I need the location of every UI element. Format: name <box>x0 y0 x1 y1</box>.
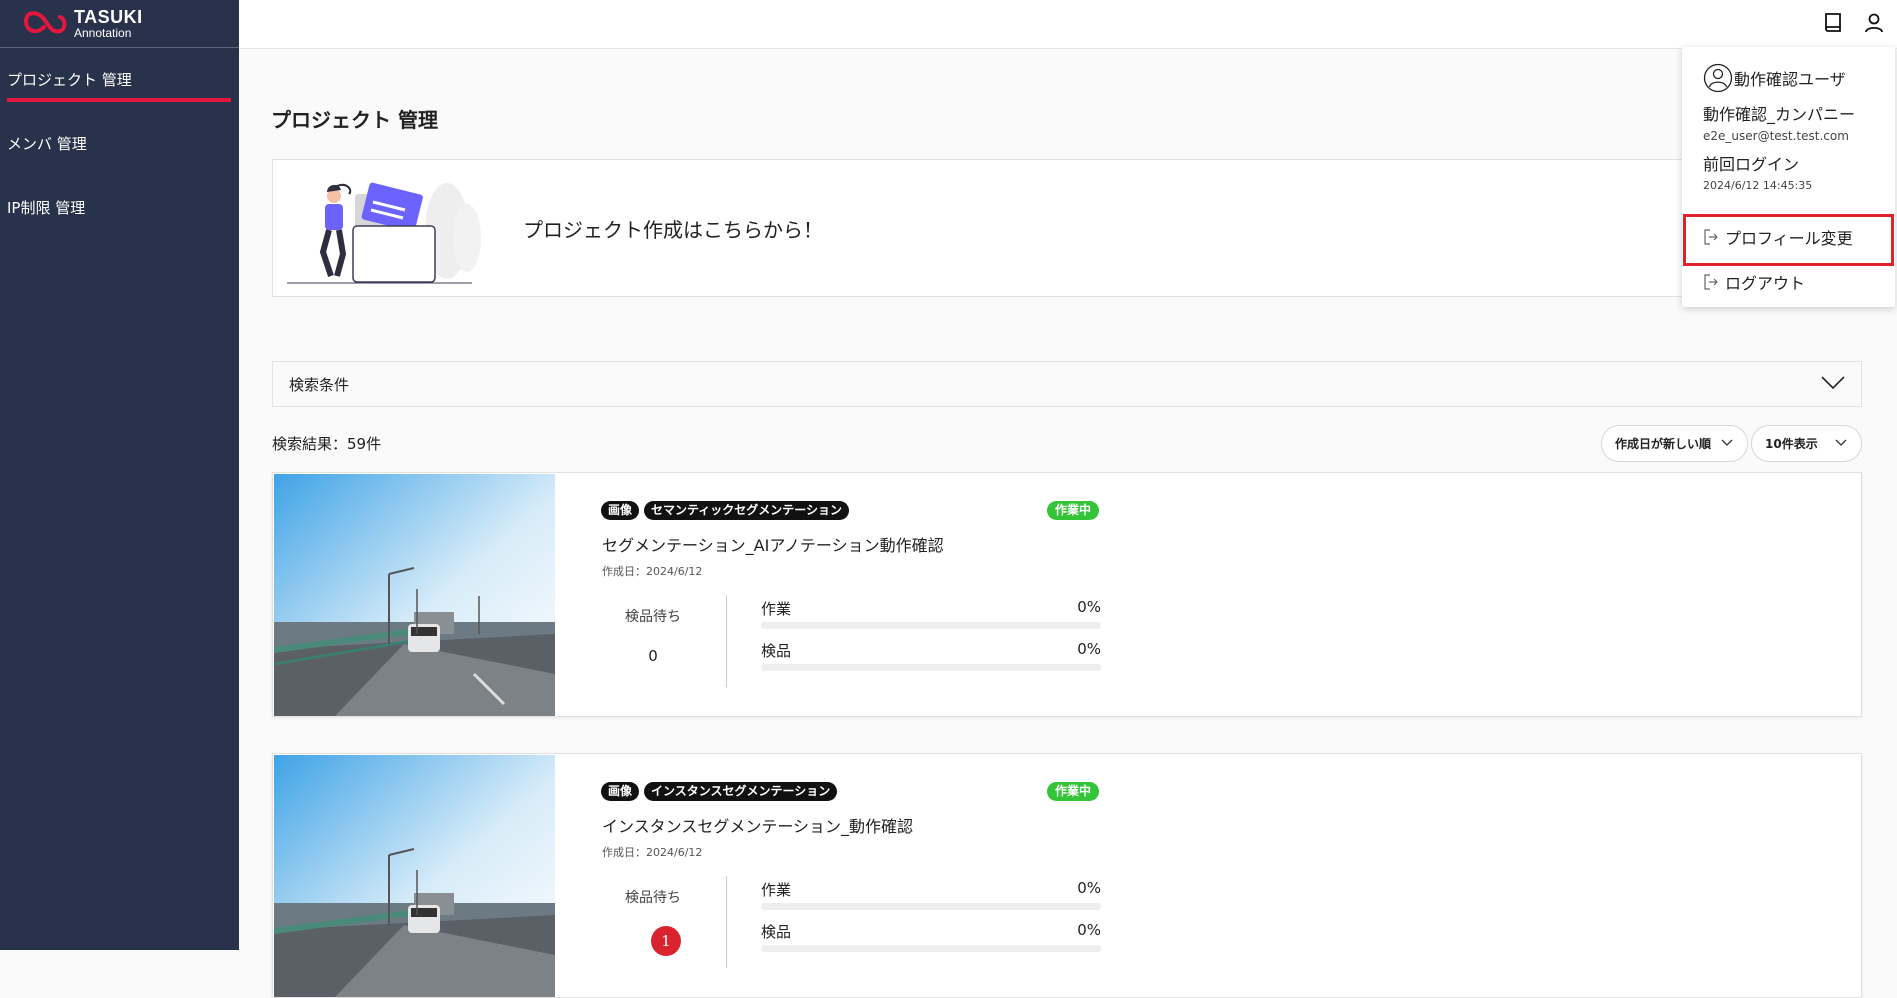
avatar-icon <box>1703 63 1733 93</box>
exit-icon <box>1704 274 1718 290</box>
inspection-wait-count: 0 <box>648 647 658 665</box>
project-date: 作成日：2024/6/12 <box>602 565 703 578</box>
logo[interactable]: TASUKI Annotation <box>0 0 239 48</box>
last-login-value: 2024/6/12 14:45:35 <box>1703 179 1813 192</box>
chevron-down-icon <box>1721 439 1733 446</box>
work-progress-percent: 0% <box>1077 879 1101 897</box>
work-progress-percent: 0% <box>1077 598 1101 616</box>
inspection-progress-bar <box>761 664 1101 671</box>
work-progress: 作業 0% <box>761 879 1101 910</box>
project-thumbnail <box>274 474 555 716</box>
page-size-select[interactable]: 10件表示 <box>1751 425 1862 462</box>
inspection-progress-bar <box>761 945 1101 952</box>
data-type-tag: 画像 <box>601 782 640 801</box>
create-project-card[interactable]: プロジェクト作成はこちらから！ <box>272 159 1862 297</box>
work-progress-label: 作業 <box>761 600 792 618</box>
sidebar-item-projects[interactable]: プロジェクト 管理 <box>0 48 239 112</box>
status-badge: 作業中 <box>1047 501 1100 520</box>
data-type-tag: 画像 <box>601 501 640 520</box>
page-size-select-value: 10件表示 <box>1765 437 1818 451</box>
work-progress: 作業 0% <box>761 598 1101 629</box>
user-name: 動作確認ユーザ <box>1734 70 1846 89</box>
work-progress-label: 作業 <box>761 881 792 899</box>
chevron-down-icon <box>1835 439 1847 446</box>
status-badge: 作業中 <box>1047 782 1100 801</box>
sort-select-value: 作成日が新しい順 <box>1615 437 1712 451</box>
logout-label: ログアウト <box>1725 274 1806 293</box>
inspection-progress: 検品 0% <box>761 640 1101 671</box>
create-project-text: プロジェクト作成はこちらから！ <box>523 218 823 242</box>
annotation-type-tag: セマンティックセグメンテーション <box>644 501 850 520</box>
user-email: e2e_user@test.test.com <box>1703 129 1849 143</box>
project-title: セグメンテーション_AIアノテーション動作確認 <box>602 536 944 555</box>
user-icon[interactable] <box>1861 10 1887 36</box>
inspection-wait-count-badge: 1 <box>651 926 681 956</box>
logout-item[interactable]: ログアウト <box>1703 270 1805 294</box>
brand-sub: Annotation <box>74 26 132 40</box>
divider <box>726 595 727 687</box>
sidebar: TASUKI Annotation プロジェクト 管理 メンバ 管理 IP制限 … <box>0 0 239 950</box>
sidebar-item-ip-restriction[interactable]: IP制限 管理 <box>0 176 239 240</box>
chevron-down-icon <box>1821 376 1845 390</box>
book-icon[interactable] <box>1820 10 1846 36</box>
search-conditions-toggle[interactable]: 検索条件 <box>272 361 1862 407</box>
inspection-progress-label: 検品 <box>761 923 792 941</box>
inspection-wait-label: 検品待ち <box>625 609 681 625</box>
work-progress-bar <box>761 903 1101 910</box>
folder-illustration <box>287 182 481 284</box>
project-title: インスタンスセグメンテーション_動作確認 <box>602 817 914 836</box>
inspection-wait-label: 検品待ち <box>625 890 681 906</box>
project-card[interactable]: 画像 セマンティックセグメンテーション 作業中 セグメンテーション_AIアノテー… <box>272 472 1862 717</box>
sort-select[interactable]: 作成日が新しい順 <box>1601 425 1748 462</box>
search-conditions-label: 検索条件 <box>289 375 350 394</box>
result-count: 検索結果：59件 <box>272 435 382 453</box>
sidebar-item-members[interactable]: メンバ 管理 <box>0 112 239 176</box>
work-progress-bar <box>761 622 1101 629</box>
top-header <box>239 0 1897 49</box>
brand-name: TASUKI <box>74 7 143 27</box>
project-date: 作成日：2024/6/12 <box>602 846 703 859</box>
inspection-progress-label: 検品 <box>761 642 792 660</box>
inspection-progress-percent: 0% <box>1077 640 1101 658</box>
company-name: 動作確認_カンパニー <box>1703 105 1856 124</box>
project-card[interactable]: 画像 インスタンスセグメンテーション 作業中 インスタンスセグメンテーション_動… <box>272 753 1862 998</box>
logo-icon <box>24 10 67 33</box>
user-menu: 動作確認ユーザ 動作確認_カンパニー e2e_user@test.test.co… <box>1682 47 1895 307</box>
page-title: プロジェクト 管理 <box>271 108 438 132</box>
inspection-progress: 検品 0% <box>761 921 1101 952</box>
inspection-progress-percent: 0% <box>1077 921 1101 939</box>
project-thumbnail <box>274 755 555 997</box>
divider <box>726 876 727 968</box>
annotation-type-tag: インスタンスセグメンテーション <box>644 782 838 801</box>
highlight-box <box>1683 214 1894 266</box>
last-login-label: 前回ログイン <box>1703 155 1800 174</box>
